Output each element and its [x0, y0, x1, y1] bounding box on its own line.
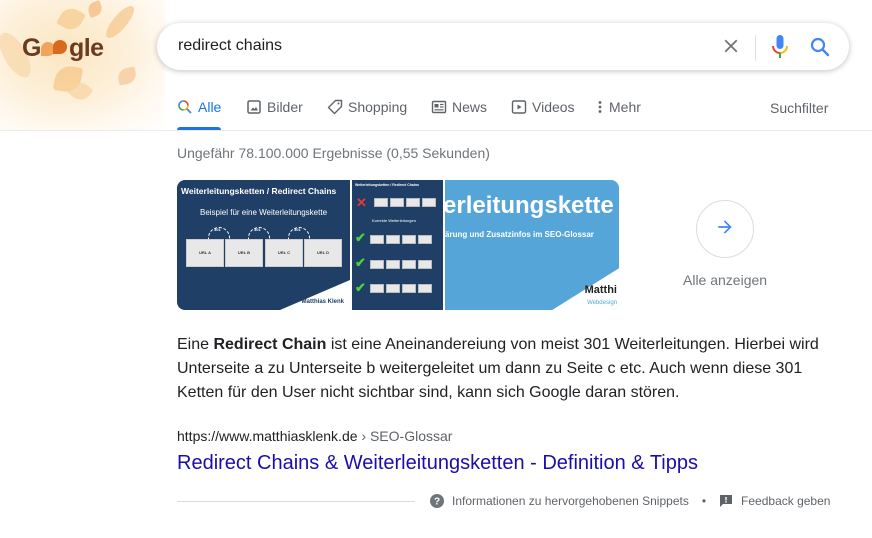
search-icon[interactable] — [808, 35, 832, 59]
snippet-info-link[interactable]: Informationen zu hervorgehobenen Snippet… — [452, 494, 689, 508]
suchfilter-button[interactable]: Suchfilter — [770, 100, 828, 116]
logo-leaves — [40, 40, 69, 58]
tag-icon — [327, 99, 343, 115]
arrow-right-icon — [715, 217, 735, 242]
url-box: URL C — [265, 239, 303, 267]
image-subtitle: Korrekte Weiterleitungen — [372, 218, 416, 223]
snippet-prefix: Eine — [177, 336, 214, 353]
result-domain: https://www.matthiasklenk.de — [177, 428, 358, 444]
google-logo[interactable]: Ggle — [22, 34, 104, 63]
cross-icon: ✕ — [356, 195, 367, 210]
leaf-decoration — [101, 2, 139, 42]
search-tabs: Alle Bilder Shopping News Videos Mehr Su… — [0, 88, 872, 131]
image-title: Weiterleitungsketten / Redirect Chains — [181, 186, 337, 196]
more-vert-icon — [596, 99, 604, 115]
svg-text:?: ? — [434, 497, 440, 508]
mini-url-box — [386, 260, 400, 269]
logo-letters-gle: gle — [68, 34, 104, 62]
mini-url-box — [390, 198, 404, 207]
close-icon[interactable] — [720, 35, 742, 57]
brand-label: Matthias Klenk — [301, 299, 344, 305]
image-subtitle: Beispiel für eine Weiterleitungskette — [199, 208, 328, 217]
help-icon: ? — [430, 494, 444, 508]
check-icon: ✔ — [355, 230, 366, 245]
snippet-highlight: Redirect Chain — [213, 336, 327, 353]
tab-news[interactable]: News — [431, 99, 487, 115]
result-url[interactable]: https://www.matthiasklenk.de › SEO-Gloss… — [177, 428, 452, 444]
mini-url-box — [370, 284, 384, 293]
tab-shopping[interactable]: Shopping — [327, 99, 407, 115]
leaf-decoration — [55, 3, 87, 35]
brand-label: Matthi — [584, 284, 617, 296]
result-breadcrumb: › SEO-Glossar — [357, 428, 453, 444]
featured-snippet-text: Eine Redirect Chain ist eine Aneinandere… — [177, 333, 827, 405]
search-box[interactable]: redirect chains — [157, 23, 849, 70]
tab-videos[interactable]: Videos — [511, 99, 575, 115]
mini-url-box — [386, 284, 400, 293]
brand-sublabel: Webdesign — [587, 300, 617, 306]
microphone-icon[interactable] — [769, 34, 791, 60]
image-carousel: Weiterleitungsketten / Redirect Chains B… — [177, 180, 619, 310]
image-result-3[interactable]: erleitungskette ärung und Zusatzinfos im… — [445, 180, 619, 310]
mini-url-box — [406, 198, 420, 207]
mini-url-box — [370, 260, 384, 269]
play-icon — [511, 99, 527, 115]
search-divider — [755, 35, 756, 61]
image-result-2[interactable]: Weiterleitungsketten / Redirect Chains ✕… — [352, 180, 443, 310]
image-result-1[interactable]: Weiterleitungsketten / Redirect Chains B… — [177, 180, 350, 310]
feedback-link[interactable]: Feedback geben — [741, 494, 830, 508]
url-box: URL A — [186, 239, 224, 267]
tab-label: Alle — [198, 99, 222, 115]
url-box: URL D — [304, 239, 342, 267]
redirect-arrow: 301 — [288, 227, 310, 239]
mini-url-box — [402, 260, 416, 269]
footer-divider — [177, 501, 415, 502]
result-stats: Ungefähr 78.100.000 Ergebnisse (0,55 Sek… — [177, 145, 490, 161]
check-icon: ✔ — [355, 280, 366, 295]
feedback-icon — [719, 494, 733, 508]
check-icon: ✔ — [355, 255, 366, 270]
mini-url-box — [418, 235, 432, 244]
image-corner — [280, 280, 350, 310]
tab-label: Bilder — [267, 99, 303, 115]
newspaper-icon — [431, 99, 447, 115]
mini-url-box — [418, 260, 432, 269]
tab-label: Mehr — [609, 99, 641, 115]
tab-label: Shopping — [348, 99, 408, 115]
url-box: URL B — [225, 239, 263, 267]
tab-alle[interactable]: Alle — [177, 99, 221, 115]
mini-url-box — [402, 235, 416, 244]
logo-letter-g: G — [22, 34, 41, 62]
mini-url-box — [402, 284, 416, 293]
search-input[interactable]: redirect chains — [178, 37, 282, 55]
footer-separator: • — [701, 494, 707, 508]
search-icon — [177, 99, 193, 115]
mini-url-box — [374, 198, 388, 207]
result-title-link[interactable]: Redirect Chains & Weiterleitungsketten -… — [177, 452, 698, 475]
tab-bilder[interactable]: Bilder — [246, 99, 303, 115]
image-title: Weiterleitungsketten / Redirect Chains — [355, 183, 419, 187]
redirect-arrow: 301 — [248, 227, 270, 239]
image-title: erleitungskette — [445, 192, 614, 219]
tab-label: News — [452, 99, 488, 115]
tab-label: Videos — [532, 99, 575, 115]
leaf-decoration — [116, 66, 138, 86]
mini-url-box — [386, 235, 400, 244]
image-subtitle: ärung und Zusatzinfos im SEO-Glossar — [445, 230, 594, 239]
mini-url-box — [422, 198, 436, 207]
leaf-decoration — [86, 0, 104, 18]
mini-url-box — [418, 284, 432, 293]
show-all-images-button[interactable] — [696, 200, 754, 258]
image-icon — [246, 99, 262, 115]
mini-url-box — [370, 235, 384, 244]
active-tab-indicator — [177, 127, 221, 130]
redirect-arrow: 301 — [208, 227, 230, 239]
tab-mehr[interactable]: Mehr — [596, 99, 641, 115]
snippet-footer: ? Informationen zu hervorgehobenen Snipp… — [430, 494, 830, 508]
show-all-images-label[interactable]: Alle anzeigen — [683, 272, 767, 288]
